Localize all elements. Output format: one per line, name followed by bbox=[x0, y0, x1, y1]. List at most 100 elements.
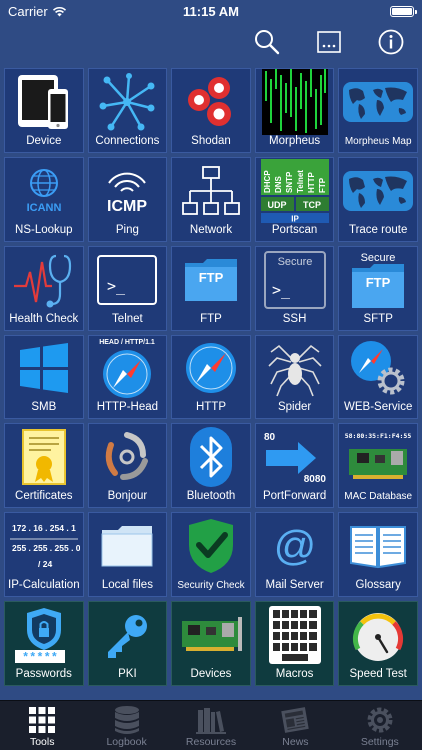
shield-check-icon bbox=[188, 519, 233, 574]
tile-ping[interactable]: ICMP Ping bbox=[87, 156, 168, 242]
tab-tools[interactable]: Tools bbox=[0, 701, 84, 750]
tab-news[interactable]: News bbox=[253, 701, 337, 750]
tile-label: Local files bbox=[101, 579, 153, 592]
tab-resources[interactable]: Resources bbox=[169, 701, 253, 750]
tile-label: WEB-Service bbox=[344, 401, 413, 414]
tile-ns-lookup[interactable]: ICANN NS-Lookup bbox=[4, 156, 84, 242]
compass-icon bbox=[185, 343, 236, 394]
gear-icon bbox=[367, 707, 393, 733]
tile-ip-calculation[interactable]: 172 . 16 . 254 . 1 255 . 255 . 255 . 0 /… bbox=[4, 512, 84, 598]
portscan-proto: Telnet bbox=[296, 169, 305, 192]
tile-port-forward[interactable]: 80 8080 PortForward bbox=[254, 423, 335, 509]
tile-smb[interactable]: SMB bbox=[4, 334, 84, 420]
tile-label: Security Check bbox=[177, 580, 245, 592]
wifi-icon bbox=[52, 6, 66, 16]
search-button[interactable] bbox=[236, 22, 298, 62]
tile-label: Network bbox=[189, 223, 233, 236]
tile-security-check[interactable]: Security Check bbox=[171, 512, 251, 598]
tile-devices[interactable]: Devices bbox=[171, 601, 251, 686]
tile-local-files[interactable]: Local files bbox=[87, 512, 168, 598]
tile-ssh[interactable]: Secure >_ SSH bbox=[254, 245, 335, 331]
more-icon bbox=[317, 31, 341, 53]
tile-web-service[interactable]: WEB-Service bbox=[338, 334, 418, 420]
tile-label: Device bbox=[26, 134, 62, 147]
tab-settings[interactable]: Settings bbox=[338, 701, 422, 750]
tile-trace-route[interactable]: Trace route bbox=[338, 156, 418, 242]
tile-label: Bonjour bbox=[107, 490, 148, 503]
shodan-icon bbox=[187, 76, 231, 126]
tile-mail-server[interactable]: @ Mail Server bbox=[254, 512, 335, 598]
info-button[interactable] bbox=[360, 22, 422, 62]
tile-mac-database[interactable]: 58:80:35:F1:F4:55 MAC Database bbox=[338, 423, 418, 509]
tile-telnet[interactable]: >_ Telnet bbox=[87, 245, 168, 331]
tile-label: FTP bbox=[200, 312, 222, 325]
port-to-text: 8080 bbox=[303, 474, 326, 484]
info-icon bbox=[378, 29, 404, 55]
tile-label: Macros bbox=[275, 667, 314, 680]
terminal-icon: >_ bbox=[97, 254, 158, 305]
tile-label: Shodan bbox=[191, 134, 231, 147]
world-map-icon bbox=[343, 81, 414, 122]
tile-label: HTTP bbox=[195, 401, 226, 414]
tile-pki[interactable]: PKI bbox=[87, 601, 168, 686]
tile-speed-test[interactable]: Speed Test bbox=[338, 601, 418, 686]
portscan-udp: UDP bbox=[267, 200, 286, 210]
battery-icon bbox=[390, 5, 417, 17]
folder-icon bbox=[101, 526, 153, 567]
ip-mask-text: 255 . 255 . 255 . 0 bbox=[12, 543, 80, 553]
tile-label: IP-Calculation bbox=[8, 579, 80, 592]
newspaper-icon bbox=[281, 707, 310, 733]
tile-label: Connections bbox=[95, 134, 160, 147]
tile-macros[interactable]: Macros bbox=[254, 601, 335, 686]
spider-icon bbox=[268, 345, 322, 397]
tile-label: Ping bbox=[115, 223, 139, 236]
database-icon bbox=[114, 706, 139, 734]
portscan-icon: DHCP DNS SNTP Telnet HTTP FTP UDP TCP IP bbox=[260, 158, 329, 223]
tile-http-head[interactable]: HEAD / HTTP/1.1 HTTP-Head bbox=[87, 334, 168, 420]
secure-text: Secure bbox=[277, 256, 312, 268]
tile-portscan[interactable]: DHCP DNS SNTP Telnet HTTP FTP UDP TCP IP… bbox=[254, 156, 335, 242]
tile-http[interactable]: HTTP bbox=[171, 334, 251, 420]
book-icon bbox=[350, 526, 407, 569]
tile-certificates[interactable]: Certificates bbox=[4, 423, 84, 509]
tile-sftp[interactable]: Secure FTP SFTP bbox=[338, 245, 418, 331]
tile-device[interactable]: Device bbox=[4, 68, 84, 153]
tile-bonjour[interactable]: Bonjour bbox=[87, 423, 168, 509]
terminal-prompt: >_ bbox=[272, 281, 291, 299]
tile-label: SFTP bbox=[363, 312, 393, 325]
matrix-icon bbox=[261, 68, 328, 135]
tools-grid-icon bbox=[29, 707, 56, 733]
tile-network[interactable]: Network bbox=[171, 156, 251, 242]
tile-ftp[interactable]: FTP FTP bbox=[171, 245, 251, 331]
ftp-folder-icon: FTP bbox=[184, 258, 237, 301]
portscan-proto: DNS bbox=[274, 175, 283, 193]
status-bar: Carrier 11:15 AM bbox=[0, 0, 422, 22]
tile-label: Glossary bbox=[355, 579, 401, 592]
stethoscope-icon bbox=[13, 254, 71, 308]
tile-glossary[interactable]: Glossary bbox=[338, 512, 418, 598]
carrier-label: Carrier bbox=[8, 3, 48, 19]
tile-label: MAC Database bbox=[344, 491, 413, 503]
tile-passwords[interactable]: ***** Passwords bbox=[4, 601, 84, 686]
tab-label: Settings bbox=[360, 736, 399, 748]
http-head-text: HEAD / HTTP/1.1 bbox=[100, 339, 156, 346]
secure-terminal-icon: Secure >_ bbox=[263, 250, 326, 309]
certificate-icon bbox=[21, 429, 66, 486]
tab-logbook[interactable]: Logbook bbox=[84, 701, 168, 750]
tile-label: Mail Server bbox=[265, 579, 324, 592]
tile-label: Bluetooth bbox=[186, 490, 236, 503]
secure-ftp-folder-icon: Secure FTP bbox=[352, 252, 405, 308]
tile-spider[interactable]: Spider bbox=[254, 334, 335, 420]
tile-health-check[interactable]: Health Check bbox=[4, 245, 84, 331]
more-button[interactable] bbox=[298, 22, 360, 62]
tile-label: HTTP-Head bbox=[96, 401, 159, 414]
tile-morpheus-map[interactable]: Morpheus Map bbox=[338, 68, 418, 153]
tile-morpheus[interactable]: Morpheus bbox=[254, 68, 335, 153]
tab-bar: Tools Logbook Resources News Settings bbox=[0, 700, 422, 750]
tile-label: SSH bbox=[282, 312, 307, 325]
tile-shodan[interactable]: Shodan bbox=[171, 68, 251, 153]
tile-bluetooth[interactable]: Bluetooth bbox=[171, 423, 251, 509]
tile-connections[interactable]: Connections bbox=[87, 68, 168, 153]
tab-label: Tools bbox=[29, 736, 55, 748]
device-icon bbox=[17, 74, 68, 129]
